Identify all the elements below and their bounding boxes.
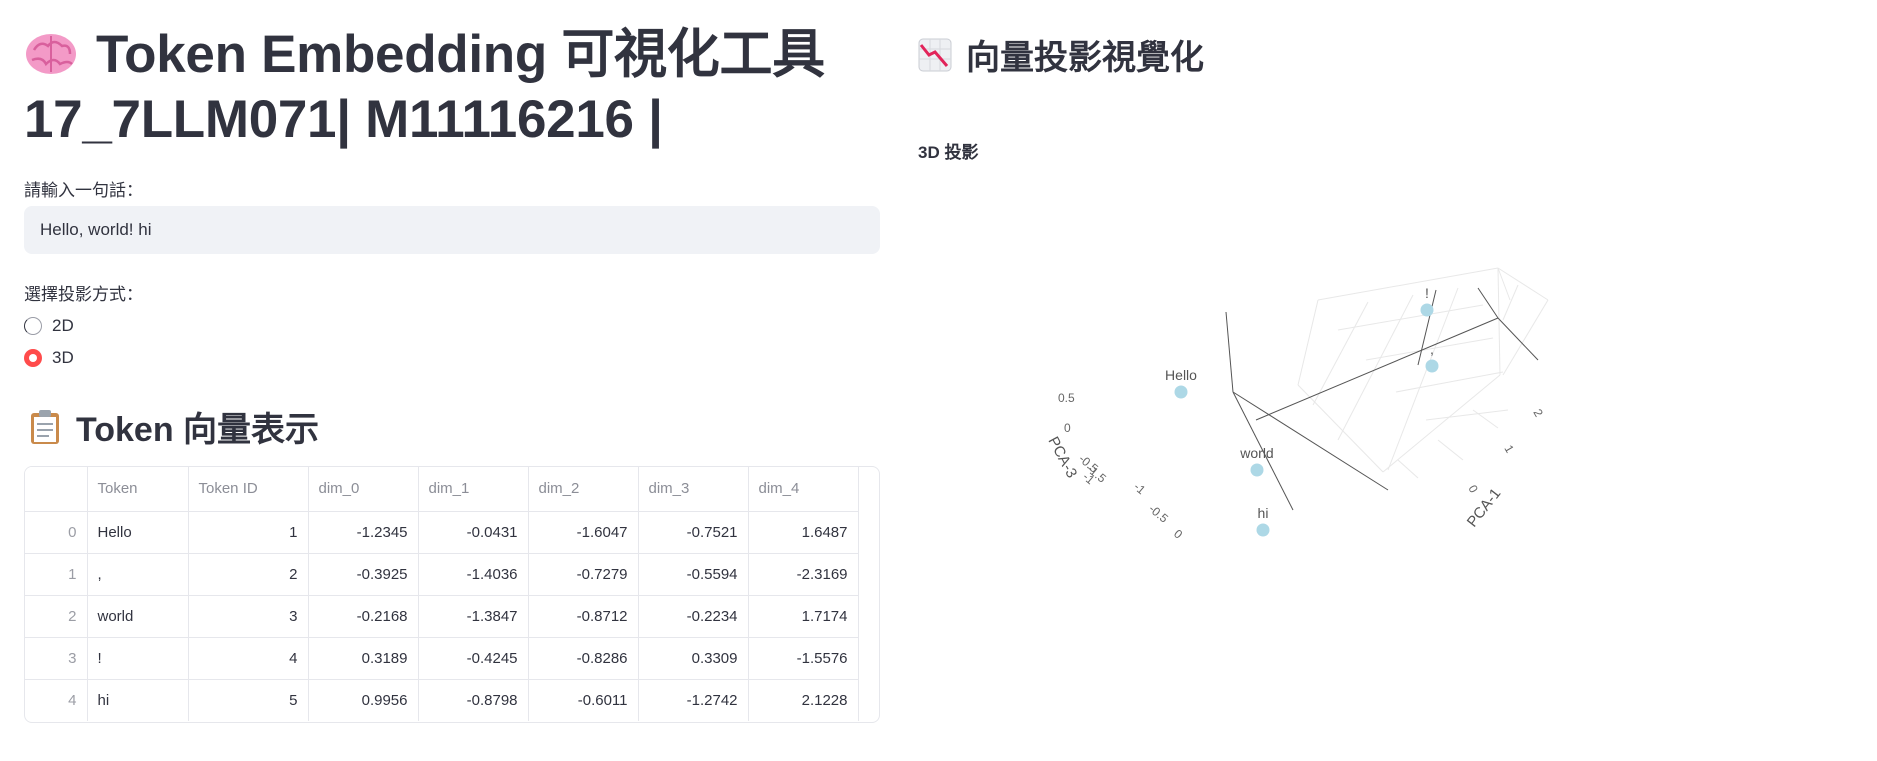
table-row[interactable]: 3! 4 0.3189 -0.4245 -0.8286 0.3309 -1.5576 <box>25 637 859 680</box>
table-cell[interactable]: 0.3189 <box>308 637 419 680</box>
table-cell[interactable]: ! <box>87 637 189 680</box>
data-point-marker[interactable] <box>1256 523 1270 537</box>
table-cell[interactable]: -1.4036 <box>418 553 529 596</box>
table-cell[interactable]: -0.3925 <box>308 553 419 596</box>
data-point-marker[interactable] <box>1250 463 1264 477</box>
table-cell[interactable]: , <box>87 553 189 596</box>
table-cell[interactable]: 0.3309 <box>638 637 749 680</box>
table-cell[interactable]: -0.7521 <box>638 511 749 554</box>
row-index[interactable]: 1 <box>25 553 88 596</box>
table-row[interactable]: 2 world 3 -0.2168 -1.3847 -0.8712 -0.2234 1.717… <box>25 595 859 638</box>
clipboard-icon <box>28 409 62 445</box>
radio-label-2d: 2D <box>52 316 74 335</box>
radio-unchecked-icon <box>24 317 42 335</box>
data-point-marker[interactable] <box>1420 303 1434 317</box>
input-label: 請輸入一句話： <box>24 181 143 200</box>
axis-label-z: PCA-3 <box>1044 434 1080 481</box>
data-point-label: hi <box>1258 505 1269 521</box>
row-index[interactable]: 4 <box>25 679 88 721</box>
right-column: 向量投影視覺化 3D 投影 PCA-3 PCA-1 0.5 0 -0.5 -1 … <box>918 0 1858 761</box>
table-cell[interactable]: -0.8798 <box>418 679 529 721</box>
table-cell[interactable]: -1.3847 <box>418 595 529 638</box>
radio-option-3d[interactable]: 3D <box>24 346 74 370</box>
table-header-row: Token Token ID dim_0 dim_1 dim_2 dim_3 d… <box>25 467 859 512</box>
table-cell[interactable]: -2.3169 <box>748 553 859 596</box>
title-line-1: Token Embedding 可視化工具 <box>96 25 825 84</box>
tick-label-y: 0 <box>1171 527 1185 542</box>
sentence-input[interactable] <box>24 206 880 254</box>
table-cell[interactable]: Hello <box>87 511 189 554</box>
table-cell[interactable]: -0.4245 <box>418 637 529 680</box>
radio-label-3d: 3D <box>52 348 74 367</box>
tick-label-z: 0 <box>1064 421 1071 435</box>
tick-label-x: 2 <box>1530 407 1546 420</box>
table-cell[interactable]: 4 <box>188 637 309 680</box>
table-cell[interactable]: -0.8286 <box>528 637 639 680</box>
table-cell[interactable]: 1.7174 <box>748 595 859 638</box>
table-cell[interactable]: -1.5576 <box>748 637 859 680</box>
table-cell[interactable]: 2 <box>188 553 309 596</box>
table-cell[interactable]: -0.2168 <box>308 595 419 638</box>
table-cell[interactable]: 0.9956 <box>308 679 419 721</box>
plot-axes <box>1225 287 1539 511</box>
data-points: !, Hello world hi <box>1165 285 1439 537</box>
column-header[interactable]: dim_1 <box>418 467 529 512</box>
row-index[interactable]: 3 <box>25 637 88 680</box>
row-index[interactable]: 2 <box>25 595 88 638</box>
brain-icon <box>24 26 78 74</box>
table-row[interactable]: 0 Hello 1 -1.2345 -0.0431 -1.6047 -0.7521 1.648… <box>25 511 859 554</box>
table-cell[interactable]: -0.0431 <box>418 511 529 554</box>
column-header[interactable]: dim_3 <box>638 467 749 512</box>
table-cell[interactable]: 2.1228 <box>748 679 859 721</box>
tick-label-x: 0 <box>1465 483 1481 496</box>
table-cell[interactable]: world <box>87 595 189 638</box>
data-point-marker[interactable] <box>1425 359 1439 373</box>
table-cell[interactable]: -0.7279 <box>528 553 639 596</box>
table-cell[interactable]: 1.6487 <box>748 511 859 554</box>
column-header[interactable]: dim_4 <box>748 467 859 512</box>
column-header[interactable]: Token <box>87 467 189 512</box>
table-cell[interactable]: 5 <box>188 679 309 721</box>
token-table[interactable]: Token Token ID dim_0 dim_1 dim_2 dim_3 d… <box>24 466 880 723</box>
data-point-label: ! <box>1425 285 1429 301</box>
table-row[interactable]: 4 hi 5 0.9956 -0.8798 -0.6011 -1.2742 2.1228 <box>25 679 859 721</box>
data-point-label: world <box>1239 445 1273 461</box>
tick-label-z: 0.5 <box>1058 391 1075 405</box>
row-index[interactable]: 0 <box>25 511 88 554</box>
page-title: Token Embedding 可視化工具 17_7LLM071| M11116… <box>24 22 904 152</box>
column-header[interactable]: dim_2 <box>528 467 639 512</box>
column-header[interactable] <box>25 467 88 512</box>
radio-checked-icon <box>24 349 42 367</box>
table-cell[interactable]: hi <box>87 679 189 721</box>
radio-option-2d[interactable]: 2D <box>24 314 74 338</box>
table-cell[interactable]: 1 <box>188 511 309 554</box>
tick-label-x: 1 <box>1501 443 1517 456</box>
table-heading-text: Token 向量表示 <box>76 411 320 449</box>
column-header[interactable]: Token ID <box>188 467 309 512</box>
data-point-label: Hello <box>1165 367 1197 383</box>
table-cell[interactable]: -0.8712 <box>528 595 639 638</box>
table-cell[interactable]: -0.2234 <box>638 595 749 638</box>
table-cell[interactable]: -1.6047 <box>528 511 639 554</box>
table-cell[interactable]: 3 <box>188 595 309 638</box>
data-point-label: , <box>1430 341 1434 357</box>
table-cell[interactable]: -0.5594 <box>638 553 749 596</box>
table-cell[interactable]: -0.6011 <box>528 679 639 721</box>
table-heading: Token 向量表示 <box>28 402 319 451</box>
table-row[interactable]: 1, 2 -0.3925 -1.4036 -0.7279 -0.5594 -2.3169 <box>25 553 859 596</box>
title-line-2: 17_7LLM071| M11116216 | <box>24 90 663 149</box>
data-point-marker[interactable] <box>1174 385 1188 399</box>
column-header[interactable]: dim_0 <box>308 467 419 512</box>
tick-label-y: -1 <box>1131 480 1148 498</box>
table-cell[interactable]: -1.2345 <box>308 511 419 554</box>
tick-label-y: -0.5 <box>1146 502 1171 526</box>
projection-label: 選擇投影方式： <box>24 285 143 304</box>
table-cell[interactable]: -1.2742 <box>638 679 749 721</box>
scatter-3d-plot[interactable]: PCA-3 PCA-1 0.50-0.5-1-1.5-1-0.50210 !,H… <box>918 0 1858 761</box>
